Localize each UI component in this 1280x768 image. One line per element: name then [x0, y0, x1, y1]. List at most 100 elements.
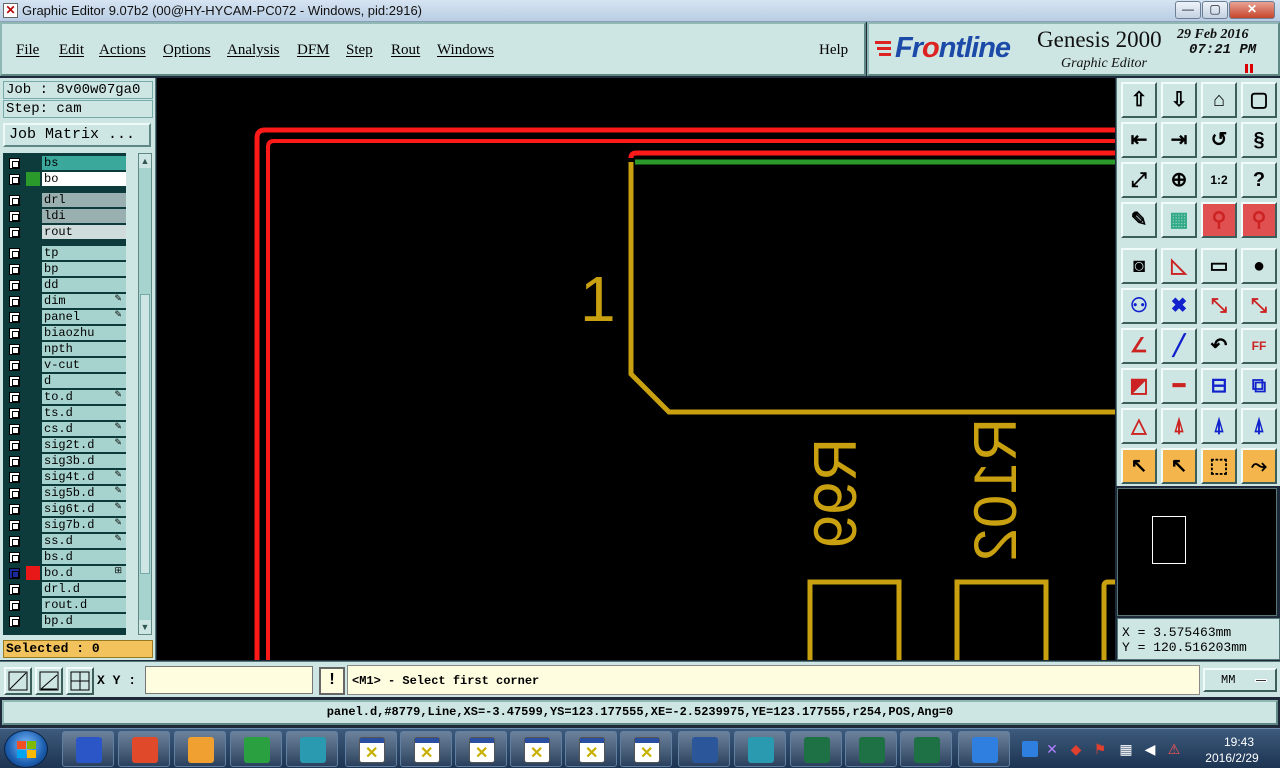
start-button[interactable] — [4, 730, 48, 768]
taskbar-eye-app-2-button[interactable] — [734, 731, 786, 767]
tool-shapes-button[interactable]: ⧉ — [1241, 368, 1277, 404]
job-matrix-button[interactable]: Job Matrix ... — [3, 123, 151, 147]
tool-pan-right-button[interactable]: ⇥ — [1161, 122, 1197, 158]
layer-display-checkbox[interactable] — [9, 174, 20, 185]
layer-row-drl-d[interactable]: drl.d — [3, 581, 126, 597]
tray-shield-icon[interactable]: ◆ — [1068, 741, 1084, 757]
taskbar-window-4-button[interactable] — [510, 731, 562, 767]
layer-row-sig7b-d[interactable]: sig7b.d ✎ — [3, 517, 126, 533]
tray-network-icon[interactable]: ▦ — [1118, 741, 1134, 757]
menu-step[interactable]: Step — [346, 42, 373, 59]
layer-display-checkbox[interactable] — [9, 211, 20, 222]
tool-ruler-button[interactable]: ▭ — [1201, 248, 1237, 284]
taskbar-frontline-button[interactable] — [958, 731, 1010, 767]
tool-slash-line-button[interactable]: ╱ — [1161, 328, 1197, 364]
tool-connect-2-button[interactable]: ⤡ — [1241, 288, 1277, 324]
layer-display-checkbox[interactable] — [9, 600, 20, 611]
layer-name[interactable]: rout.d — [42, 598, 126, 612]
layer-row-bs[interactable]: bs — [3, 155, 126, 171]
tool-triangle-arrow-button[interactable]: ⍋ — [1161, 408, 1197, 444]
layer-row-bs-d[interactable]: bs.d — [3, 549, 126, 565]
clock-date[interactable]: 2016/2/29 — [1192, 751, 1272, 765]
layer-name[interactable]: sig2t.d — [42, 438, 126, 452]
layer-name[interactable]: panel — [42, 310, 126, 324]
layer-display-checkbox[interactable] — [9, 392, 20, 403]
layer-display-checkbox[interactable] — [9, 488, 20, 499]
tool-snap-red-2-button[interactable]: ⚲ — [1241, 202, 1277, 238]
layer-color-swatch[interactable] — [26, 534, 40, 548]
taskbar-eye-app-button[interactable] — [286, 731, 338, 767]
layer-name[interactable]: to.d — [42, 390, 126, 404]
tool-snap-point-button[interactable]: ◩ — [1121, 368, 1157, 404]
layer-name[interactable]: bp.d — [42, 614, 126, 628]
layer-row-d[interactable]: d — [3, 373, 126, 389]
tool-pad-button[interactable]: ◙ — [1121, 248, 1157, 284]
tool-circle-pad-button[interactable]: ● — [1241, 248, 1277, 284]
pcb-drawing[interactable]: 1 R99 R102 — [157, 78, 1115, 660]
tool-select-path-button[interactable]: ⤳ — [1241, 448, 1277, 484]
taskbar-app-red-button[interactable] — [118, 731, 170, 767]
xy-input[interactable] — [145, 666, 313, 694]
units-selector[interactable]: MM — [1203, 668, 1277, 692]
layer-color-swatch[interactable] — [26, 566, 40, 580]
scroll-thumb[interactable] — [140, 294, 150, 574]
layer-row-bp-d[interactable]: bp.d — [3, 613, 126, 629]
layer-color-swatch[interactable] — [26, 502, 40, 516]
tool-mirror-f-button[interactable]: FF — [1241, 328, 1277, 364]
taskbar-save-button[interactable] — [62, 731, 114, 767]
tray-volume-icon[interactable]: ◀ — [1142, 741, 1158, 757]
tool-grid-tool-button[interactable]: ▦ — [1161, 202, 1197, 238]
scroll-down-icon[interactable]: ▼ — [139, 620, 151, 634]
tool-midline-button[interactable]: ━ — [1161, 368, 1197, 404]
layer-color-swatch[interactable] — [26, 422, 40, 436]
tool-triangle-b-button[interactable]: ⍋ — [1241, 408, 1277, 444]
layer-row-sig3b-d[interactable]: sig3b.d — [3, 453, 126, 469]
taskbar-window-1-button[interactable] — [345, 731, 397, 767]
maximize-button[interactable]: ▢ — [1202, 1, 1228, 19]
warning-button[interactable]: ! — [319, 667, 345, 695]
layer-display-checkbox[interactable] — [9, 360, 20, 371]
layer-color-swatch[interactable] — [26, 518, 40, 532]
menu-help[interactable]: Help — [819, 42, 848, 59]
layer-color-swatch[interactable] — [26, 262, 40, 276]
layer-name[interactable]: ss.d — [42, 534, 126, 548]
layer-display-checkbox[interactable] — [9, 280, 20, 291]
tool-select-box-button[interactable]: ↖ — [1161, 448, 1197, 484]
tool-triangle-button[interactable]: △ — [1121, 408, 1157, 444]
layer-name[interactable]: dim — [42, 294, 126, 308]
tool-measure-tool-button[interactable]: ✎ — [1121, 202, 1157, 238]
minimize-button[interactable]: — — [1175, 1, 1201, 19]
tool-angle-line-button[interactable]: ∠ — [1121, 328, 1157, 364]
layer-color-swatch[interactable] — [26, 193, 40, 207]
menu-windows[interactable]: Windows — [437, 42, 494, 59]
layer-color-swatch[interactable] — [26, 582, 40, 596]
layer-row-ldi[interactable]: ldi — [3, 208, 126, 224]
layer-row-sig6t-d[interactable]: sig6t.d ✎ — [3, 501, 126, 517]
taskbar-word-button[interactable] — [678, 731, 730, 767]
tool-connect-button[interactable]: ⤡ — [1201, 288, 1237, 324]
tool-snap-red-button[interactable]: ⚲ — [1201, 202, 1237, 238]
layer-color-swatch[interactable] — [26, 614, 40, 628]
tool-help-query-button[interactable]: ? — [1241, 162, 1277, 198]
taskbar-excel-3-button[interactable] — [900, 731, 952, 767]
layer-name[interactable]: sig5b.d — [42, 486, 126, 500]
layer-name[interactable]: sig7b.d — [42, 518, 126, 532]
menu-file[interactable]: File — [16, 42, 39, 59]
layer-color-swatch[interactable] — [26, 278, 40, 292]
layer-display-checkbox[interactable] — [9, 408, 20, 419]
layer-display-checkbox[interactable] — [9, 328, 20, 339]
layer-color-swatch[interactable] — [26, 209, 40, 223]
layer-name[interactable]: drl — [42, 193, 126, 207]
layer-row-dim[interactable]: dim ✎ — [3, 293, 126, 309]
tool-scale-1-2-button[interactable]: 1:2 — [1201, 162, 1237, 198]
layer-color-swatch[interactable] — [26, 246, 40, 260]
layer-name[interactable]: bo — [42, 172, 126, 186]
layer-name[interactable]: sig6t.d — [42, 502, 126, 516]
taskbar-shell-button[interactable] — [174, 731, 226, 767]
layer-row-biaozhu[interactable]: biaozhu — [3, 325, 126, 341]
layer-display-checkbox[interactable] — [9, 568, 20, 579]
layer-name[interactable]: bs.d — [42, 550, 126, 564]
layer-display-checkbox[interactable] — [9, 195, 20, 206]
layer-display-checkbox[interactable] — [9, 264, 20, 275]
layer-color-swatch[interactable] — [26, 374, 40, 388]
